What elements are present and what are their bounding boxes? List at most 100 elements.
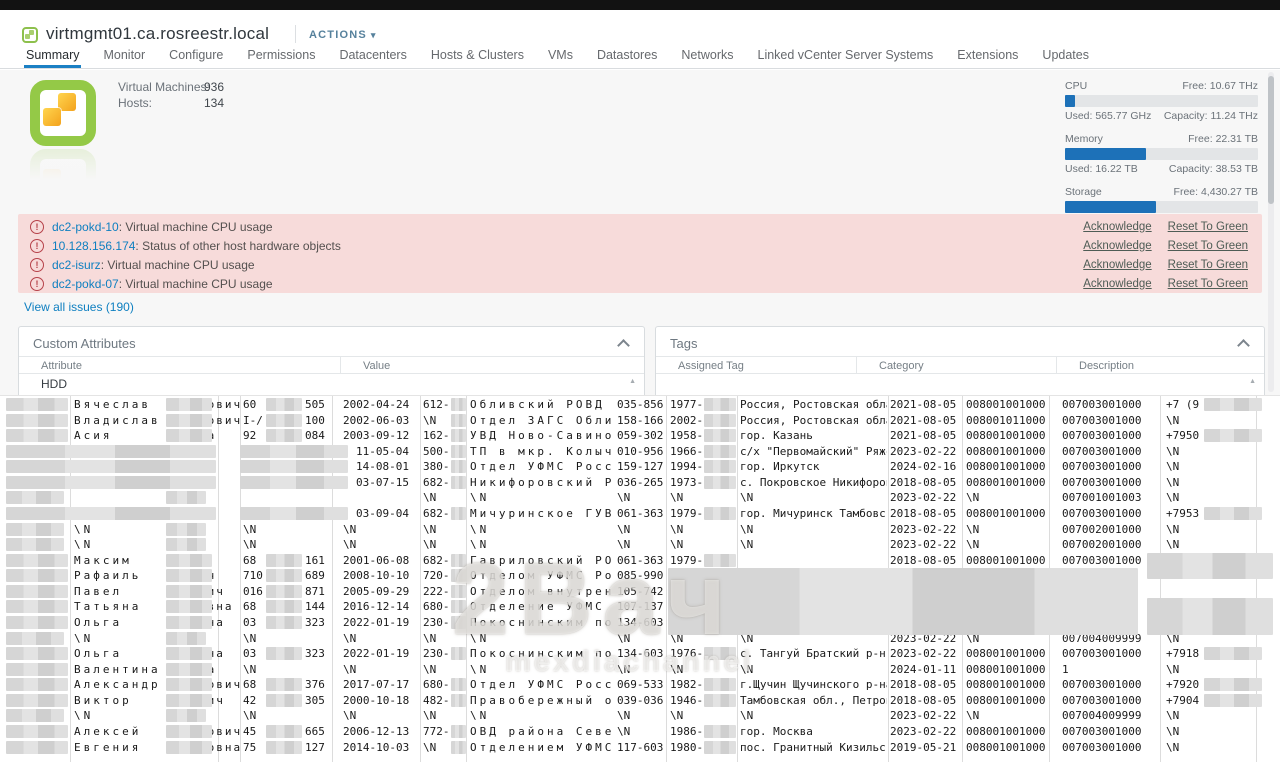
meter-used: Used: 16.22 TB [1065,163,1138,175]
collapse-chevron-icon[interactable] [1237,339,1250,352]
table-cell: +7920 [1166,678,1199,691]
tags-title: Tags [670,336,697,351]
tab-datacenters[interactable]: Datacenters [337,43,408,68]
tab-permissions[interactable]: Permissions [245,43,317,68]
table-cell: Ольга [74,616,122,629]
reset-to-green-link[interactable]: Reset To Green [1168,221,1248,233]
usage-bar [1065,201,1258,213]
table-cell: Татьяна [74,600,141,613]
redaction-block [451,445,466,458]
redaction-block [451,476,466,489]
redaction-block [240,507,348,520]
view-all-issues-link[interactable]: View all issues (190) [24,300,134,314]
alert-entity-link[interactable]: dc2-isurz [52,258,101,272]
table-cell: \N [966,538,979,551]
table-cell: ТП в мкр. Колыч [470,445,617,458]
table-cell: 2018-08-05 [890,507,956,520]
table-cell: \N [423,523,436,536]
table-cell: г.Щучин Щучинского р-на [740,678,887,691]
column-header[interactable]: Category [856,357,1056,373]
table-cell: 03-07-15 [356,476,409,489]
scrollbar-thumb[interactable] [1268,76,1274,204]
alert-message: : Virtual machine CPU usage [119,277,273,291]
table-cell: 2022-01-19 [343,647,409,660]
redaction-block [704,476,736,489]
reset-to-green-link[interactable]: Reset To Green [1168,240,1248,252]
tab-datastores[interactable]: Datastores [595,43,659,68]
acknowledge-link[interactable]: Acknowledge [1083,221,1151,233]
acknowledge-link[interactable]: Acknowledge [1083,240,1151,252]
meter-name: Storage [1065,186,1102,198]
alert-entity-link[interactable]: dc2-pokd-10 [52,220,119,234]
table-cell: Отдел УФМС Росс [470,460,617,473]
table-cell: 008001001000 [966,647,1045,660]
table-cell: \N [1166,414,1179,427]
redaction-block [6,460,216,473]
table-cell: 2021-08-05 [890,414,956,427]
redaction-block [166,491,206,504]
redaction-block [451,694,466,707]
redaction-block [6,476,216,489]
scroll-up-icon[interactable]: ▲ [1249,378,1256,385]
tab-summary[interactable]: Summary [24,43,81,68]
acknowledge-link[interactable]: Acknowledge [1083,278,1151,290]
column-header[interactable]: Assigned Tag [656,357,856,373]
table-cell: 007003001000 [1062,725,1141,738]
alert-entity-link[interactable]: 10.128.156.174 [52,239,135,253]
redaction-block [451,507,466,520]
table-cell: 007003001000 [1062,414,1141,427]
redaction-block [704,414,736,427]
tab-hosts-clusters[interactable]: Hosts & Clusters [429,43,526,68]
tab-extensions[interactable]: Extensions [955,43,1020,68]
chevron-down-icon: ▾ [371,30,377,40]
page-scrollbar[interactable] [1268,72,1274,392]
tab-updates[interactable]: Updates [1040,43,1091,68]
table-cell: 1994- [670,460,703,473]
tag-row[interactable] [656,374,1264,394]
redaction-block [6,725,68,738]
table-cell: 2018-08-05 [890,476,956,489]
redaction-block [6,600,68,613]
table-cell: 2016-12-14 [343,600,409,613]
redaction-block [1204,429,1262,442]
table-cell: 1 [1062,663,1069,676]
tab-networks[interactable]: Networks [679,43,735,68]
collapse-chevron-icon[interactable] [617,339,630,352]
redaction-block [166,600,212,613]
table-cell: +7 (9 [1166,398,1199,411]
redaction-block [6,523,64,536]
redaction-block [166,741,212,754]
redaction-block [166,398,212,411]
table-cell: 008001001000 [966,741,1045,754]
table-cell: \N [423,632,436,645]
acknowledge-link[interactable]: Acknowledge [1083,259,1151,271]
column-header[interactable]: Attribute [19,357,340,373]
tab-linked-vcenter-server-systems[interactable]: Linked vCenter Server Systems [756,43,936,68]
redaction-block [451,678,466,691]
table-cell: \N [1166,523,1179,536]
column-header[interactable]: Description [1056,357,1264,373]
tab-configure[interactable]: Configure [167,43,225,68]
table-cell: \N [343,523,356,536]
table-cell: \N [423,709,436,722]
redaction-block [704,678,736,691]
column-header[interactable]: Value [340,357,644,373]
reset-to-green-link[interactable]: Reset To Green [1168,259,1248,271]
alert-entity-link[interactable]: dc2-pokd-07 [52,277,119,291]
table-cell: \N [243,538,256,551]
table-cell: 2000-10-18 [343,694,409,707]
actions-menu-button[interactable]: ACTIONS▾ [309,29,377,41]
tab-monitor[interactable]: Monitor [101,43,147,68]
table-cell: \N [617,491,630,504]
tab-vms[interactable]: VMs [546,43,575,68]
table-cell: 117-603 [617,741,663,754]
attribute-row[interactable]: HDD [19,374,644,394]
reset-to-green-link[interactable]: Reset To Green [1168,278,1248,290]
redaction-block [166,585,212,598]
table-cell: \N [740,538,887,551]
table-cell: \N [243,523,256,536]
table-cell: 2023-02-22 [890,647,956,660]
scroll-up-icon[interactable]: ▲ [629,378,636,385]
redaction-block [451,398,466,411]
table-cell: \N [423,741,436,754]
